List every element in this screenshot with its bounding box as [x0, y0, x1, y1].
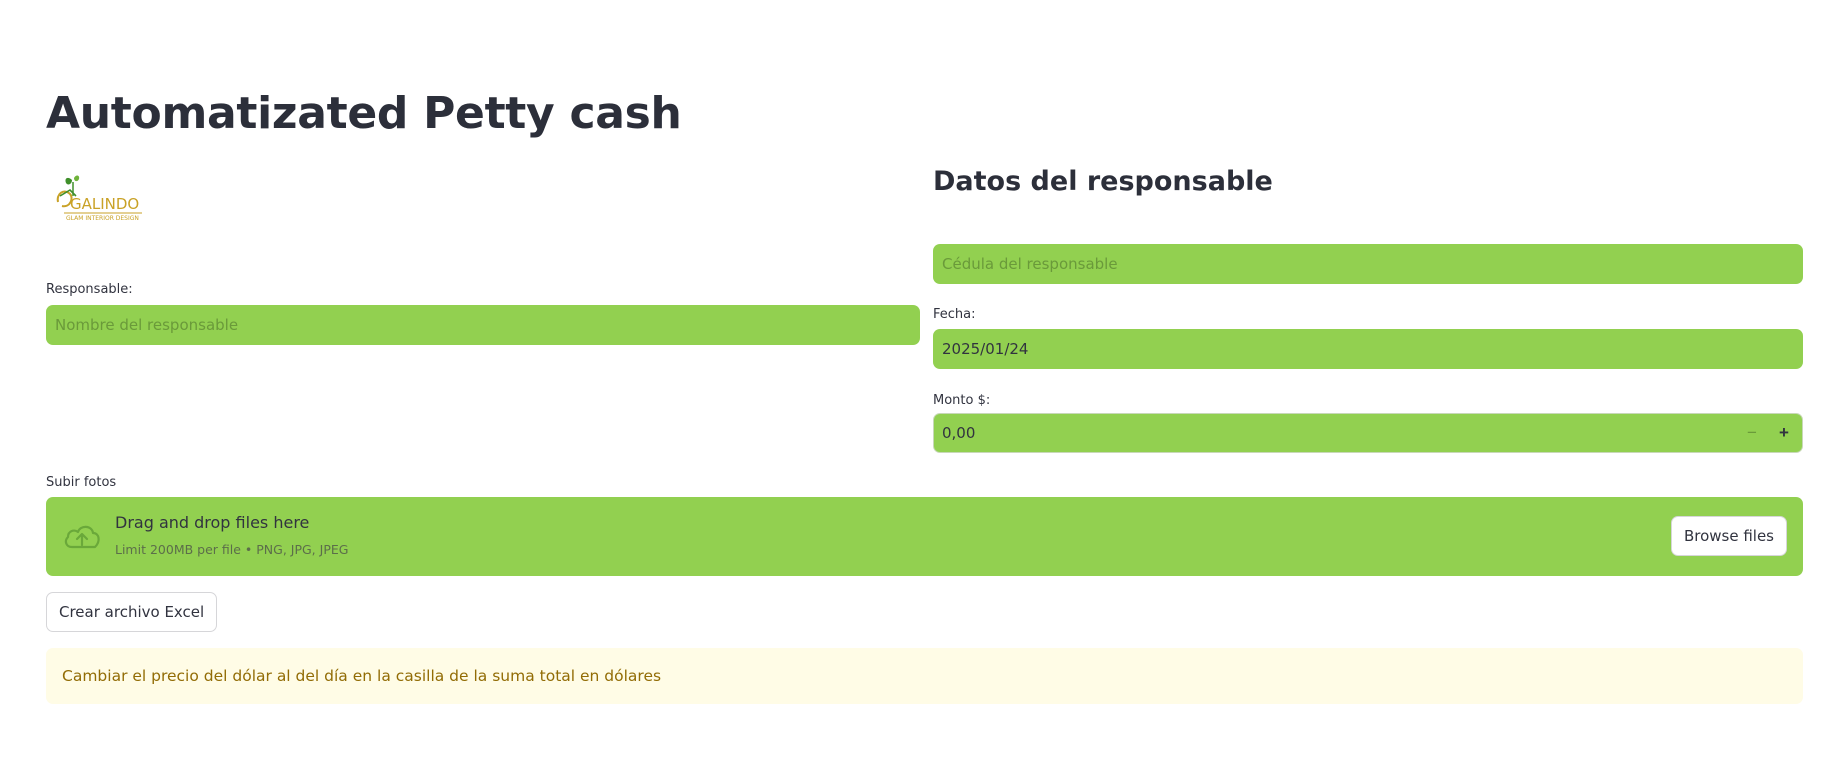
responsable-label: Responsable:: [46, 282, 133, 297]
dropzone-title: Drag and drop files here: [115, 513, 310, 532]
decrement-button[interactable]: −: [1736, 414, 1768, 452]
svg-text:GLAM INTERIOR DESIGN: GLAM INTERIOR DESIGN: [66, 215, 139, 222]
svg-text:GALINDO: GALINDO: [70, 195, 139, 213]
monto-number-input[interactable]: 0,00 − +: [933, 413, 1803, 453]
company-logo: GALINDO GLAM INTERIOR DESIGN: [50, 174, 146, 230]
warning-alert: Cambiar el precio del dólar al del día e…: [46, 648, 1803, 704]
upload-label: Subir fotos: [46, 475, 117, 490]
increment-button[interactable]: +: [1768, 414, 1800, 452]
cloud-upload-icon: [64, 525, 100, 549]
fecha-value: 2025/01/24: [942, 340, 1029, 358]
page-title: Automatizated Petty cash: [46, 88, 682, 139]
fecha-date-input[interactable]: 2025/01/24: [933, 329, 1803, 369]
browse-files-button[interactable]: Browse files: [1670, 516, 1787, 556]
cedula-input[interactable]: [933, 244, 1803, 284]
monto-value: 0,00: [942, 424, 976, 442]
responsable-name-input[interactable]: [46, 305, 920, 345]
create-excel-button[interactable]: Crear archivo Excel: [46, 592, 218, 632]
monto-label: Monto $:: [933, 393, 991, 408]
dropzone-limit-text: Limit 200MB per file • PNG, JPG, JPEG: [115, 542, 349, 557]
section-title-datos: Datos del responsable: [933, 166, 1273, 197]
app-page: Automatizated Petty cash GALINDO GLAM IN…: [0, 0, 1839, 775]
fecha-label: Fecha:: [933, 307, 976, 322]
file-dropzone[interactable]: Drag and drop files here Limit 200MB per…: [46, 497, 1803, 576]
